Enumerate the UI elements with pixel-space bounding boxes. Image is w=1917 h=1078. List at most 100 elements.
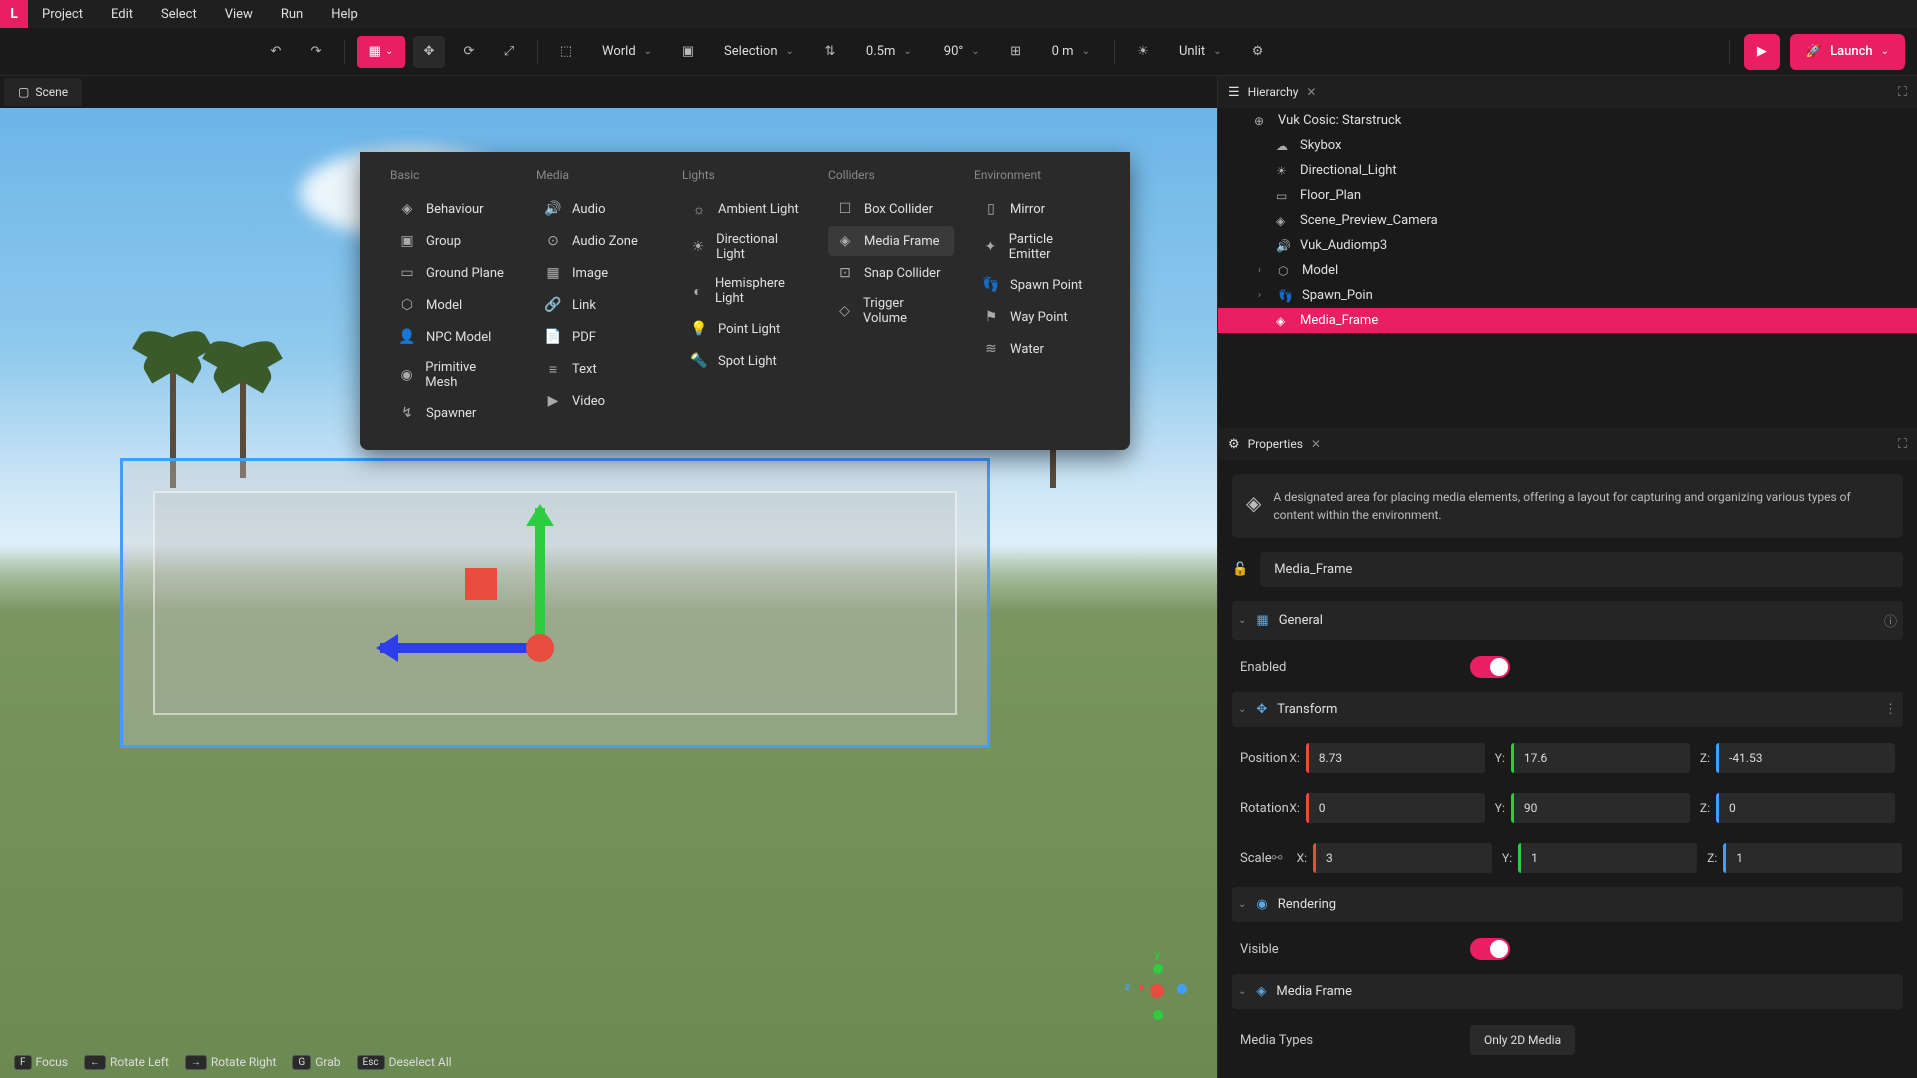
hier-root[interactable]: ⊕Vuk Cosic: Starstruck xyxy=(1218,108,1917,133)
hier-model[interactable]: ›⬡Model xyxy=(1218,258,1917,283)
add-way-point[interactable]: ⚑Way Point xyxy=(974,302,1100,332)
status-rotate-right[interactable]: →Rotate Right xyxy=(179,1053,283,1072)
add-npc-model[interactable]: 👤NPC Model xyxy=(390,322,516,352)
general-info-icon[interactable]: ⓘ xyxy=(1884,611,1897,630)
add-pdf[interactable]: 📄PDF xyxy=(536,322,662,352)
status-rotate-left[interactable]: ←Rotate Left xyxy=(78,1053,175,1072)
play-button[interactable]: ▶ xyxy=(1744,34,1780,70)
menu-help[interactable]: Help xyxy=(317,0,372,28)
add-directional-light[interactable]: ☀Directional Light xyxy=(682,226,808,268)
add-ground-plane[interactable]: ▭Ground Plane xyxy=(390,258,516,288)
grid-dropdown[interactable]: 0 m⌄ xyxy=(1040,36,1102,68)
undo-button[interactable]: ↶ xyxy=(260,36,292,68)
gizmo-center[interactable] xyxy=(526,634,554,662)
redo-button[interactable]: ↷ xyxy=(300,36,332,68)
hier-skybox[interactable]: ☁Skybox xyxy=(1218,133,1917,158)
add-primitive-mesh[interactable]: ◉Primitive Mesh xyxy=(390,354,516,396)
add-audio[interactable]: 🔊Audio xyxy=(536,194,662,224)
properties-close[interactable]: ✕ xyxy=(1311,437,1321,451)
scale-z-input[interactable] xyxy=(1723,843,1902,873)
menu-edit[interactable]: Edit xyxy=(97,0,147,28)
hier-camera[interactable]: ◈Scene_Preview_Camera xyxy=(1218,208,1917,233)
object-name-input[interactable] xyxy=(1260,552,1903,587)
add-model[interactable]: ⬡Model xyxy=(390,290,516,320)
menu-project[interactable]: Project xyxy=(28,0,97,28)
grid-icon[interactable]: ⊞ xyxy=(1000,36,1032,68)
lock-icon[interactable]: 🔓 xyxy=(1232,562,1248,577)
scale-y-input[interactable] xyxy=(1518,843,1697,873)
rotation-y-input[interactable] xyxy=(1511,793,1690,823)
launch-button[interactable]: 🚀Launch⌄ xyxy=(1790,34,1905,70)
hier-audio[interactable]: 🔊Vuk_Audiomp3 xyxy=(1218,233,1917,258)
status-focus[interactable]: FFocus xyxy=(8,1053,74,1072)
add-behaviour[interactable]: ◈Behaviour xyxy=(390,194,516,224)
shading-dropdown[interactable]: Unlit⌄ xyxy=(1167,36,1234,68)
properties-expand[interactable]: ⛶ xyxy=(1898,437,1907,452)
space-dropdown[interactable]: World⌄ xyxy=(590,36,664,68)
settings-icon[interactable]: ⚙ xyxy=(1242,36,1274,68)
add-spawn-point[interactable]: 👣Spawn Point xyxy=(974,270,1100,300)
scale-x-input[interactable] xyxy=(1313,843,1492,873)
snap-move-icon[interactable]: ⇅ xyxy=(814,36,846,68)
status-deselect[interactable]: EscDeselect All xyxy=(351,1053,458,1072)
add-trigger-volume[interactable]: ◇Trigger Volume xyxy=(828,290,954,332)
app-logo[interactable]: L xyxy=(0,0,28,28)
rotation-z-input[interactable] xyxy=(1716,793,1895,823)
add-audio-zone[interactable]: ⊙Audio Zone xyxy=(536,226,662,256)
media-frame-object[interactable] xyxy=(120,458,990,748)
add-media-frame[interactable]: ◈Media Frame xyxy=(828,226,954,256)
section-general[interactable]: ⌄▦ General ⓘ xyxy=(1232,601,1903,640)
hierarchy-close[interactable]: ✕ xyxy=(1306,85,1316,99)
hierarchy-tool[interactable]: ⬚ xyxy=(550,36,582,68)
add-water[interactable]: ≋Water xyxy=(974,334,1100,364)
hier-spawn[interactable]: ›👣Spawn_Poin xyxy=(1218,283,1917,308)
tab-scene[interactable]: ▢Scene xyxy=(4,78,82,106)
add-ambient-light[interactable]: ☼Ambient Light xyxy=(682,194,808,224)
pivot-icon[interactable]: ▣ xyxy=(672,36,704,68)
menu-view[interactable]: View xyxy=(211,0,267,28)
media-types-value[interactable]: Only 2D Media xyxy=(1470,1025,1575,1055)
add-spot-light[interactable]: 🔦Spot Light xyxy=(682,346,808,376)
position-y-input[interactable] xyxy=(1511,743,1690,773)
add-group[interactable]: ▣Group xyxy=(390,226,516,256)
add-link[interactable]: 🔗Link xyxy=(536,290,662,320)
add-mirror[interactable]: ▯Mirror xyxy=(974,194,1100,224)
rotate-tool[interactable]: ⟳ xyxy=(453,36,485,68)
snap-rotate-dropdown[interactable]: 90°⌄ xyxy=(932,36,992,68)
scale-link-icon[interactable]: ⚯ xyxy=(1272,851,1283,866)
navigation-gizmo[interactable]: x y z xyxy=(1117,958,1197,1038)
section-transform[interactable]: ⌄✥ Transform ⋮ xyxy=(1232,692,1903,727)
gizmo-x-axis[interactable] xyxy=(380,643,540,653)
menu-run[interactable]: Run xyxy=(267,0,317,28)
gizmo-plane-handle[interactable] xyxy=(465,568,497,600)
move-tool[interactable]: ✥ xyxy=(413,36,445,68)
add-particle-emitter[interactable]: ✦Particle Emitter xyxy=(974,226,1100,268)
status-grab[interactable]: GGrab xyxy=(286,1053,346,1072)
rotation-x-input[interactable] xyxy=(1306,793,1485,823)
visible-toggle[interactable] xyxy=(1470,938,1510,960)
add-video[interactable]: ▶Video xyxy=(536,386,662,416)
position-x-input[interactable] xyxy=(1306,743,1485,773)
section-rendering[interactable]: ⌄◉ Rendering xyxy=(1232,887,1903,922)
transform-more-icon[interactable]: ⋮ xyxy=(1884,702,1897,717)
hier-media-frame[interactable]: ◈Media_Frame xyxy=(1218,308,1917,333)
add-image[interactable]: ▦Image xyxy=(536,258,662,288)
hier-directional-light[interactable]: ☀Directional_Light xyxy=(1218,158,1917,183)
add-snap-collider[interactable]: ⊡Snap Collider xyxy=(828,258,954,288)
position-z-input[interactable] xyxy=(1716,743,1895,773)
pivot-dropdown[interactable]: Selection⌄ xyxy=(712,36,806,68)
enabled-toggle[interactable] xyxy=(1470,656,1510,678)
add-object-button[interactable]: ▦ ⌄ xyxy=(357,36,405,68)
hierarchy-expand[interactable]: ⛶ xyxy=(1898,85,1907,100)
add-spawner[interactable]: ↯Spawner xyxy=(390,398,516,428)
section-media-frame[interactable]: ⌄◈ Media Frame xyxy=(1232,974,1903,1009)
add-text[interactable]: ≡Text xyxy=(536,354,662,384)
menu-select[interactable]: Select xyxy=(147,0,211,28)
add-box-collider[interactable]: ☐Box Collider xyxy=(828,194,954,224)
hier-floor-plan[interactable]: ▭Floor_Plan xyxy=(1218,183,1917,208)
add-hemisphere-light[interactable]: ◐Hemisphere Light xyxy=(682,270,808,312)
add-point-light[interactable]: 💡Point Light xyxy=(682,314,808,344)
snap-move-dropdown[interactable]: 0.5m⌄ xyxy=(854,36,924,68)
gizmo-y-axis[interactable] xyxy=(535,508,545,648)
scale-tool[interactable]: ⤢ xyxy=(493,36,525,68)
